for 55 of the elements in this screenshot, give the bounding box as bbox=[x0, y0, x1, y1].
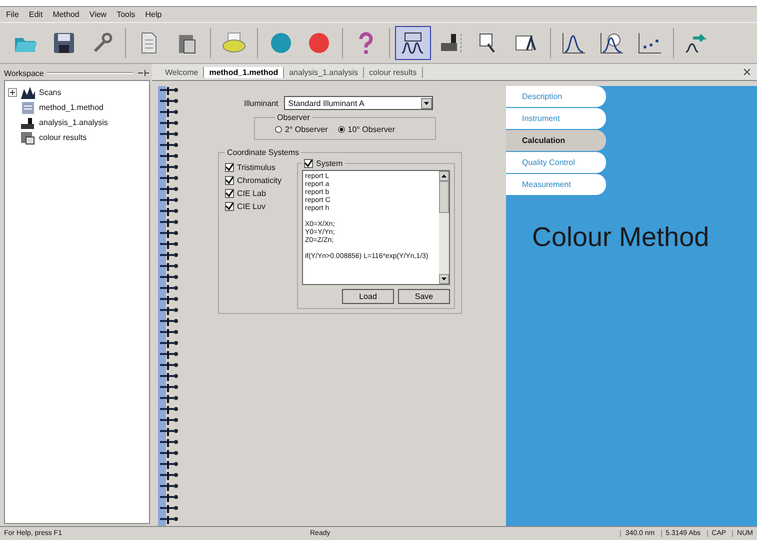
tree-item[interactable]: Scans bbox=[8, 85, 146, 100]
spectrum-button[interactable] bbox=[395, 26, 431, 60]
illuminant-dropdown[interactable]: Standard Illuminant A bbox=[284, 96, 434, 110]
save-button[interactable]: Save bbox=[398, 289, 450, 304]
pin-icon[interactable] bbox=[136, 69, 150, 77]
coordinate-checkbox[interactable]: CIE Lab bbox=[225, 189, 289, 198]
panel-heading: Colour Method bbox=[532, 222, 710, 253]
section-tab[interactable]: Description bbox=[506, 86, 606, 107]
scrollbar-thumb[interactable] bbox=[439, 181, 449, 213]
checkbox[interactable] bbox=[225, 163, 234, 172]
section-tab[interactable]: Quality Control bbox=[506, 152, 606, 173]
scroll-down-icon[interactable] bbox=[439, 274, 449, 284]
tree-item[interactable]: colour results bbox=[8, 130, 146, 145]
section-tab[interactable]: Instrument bbox=[506, 108, 606, 129]
method-icon bbox=[20, 100, 36, 114]
close-icon[interactable] bbox=[743, 68, 751, 76]
coordinate-checkbox[interactable]: Chromaticity bbox=[225, 176, 289, 185]
illuminant-label: Illuminant bbox=[244, 98, 278, 108]
menu-item[interactable]: File bbox=[6, 10, 19, 19]
results-icon bbox=[20, 130, 36, 144]
scatter-chart-icon bbox=[636, 30, 664, 56]
checkbox[interactable] bbox=[225, 202, 234, 211]
section-tab[interactable]: Calculation bbox=[506, 130, 606, 151]
expand-icon[interactable] bbox=[8, 88, 17, 97]
radio-button[interactable] bbox=[275, 126, 282, 133]
group-title: Observer bbox=[276, 113, 311, 122]
peak-chart-icon bbox=[560, 30, 588, 56]
menu-item[interactable]: Edit bbox=[28, 10, 43, 19]
observer-option[interactable]: 10° Observer bbox=[338, 125, 395, 134]
document-tab[interactable]: analysis_1.analysis bbox=[284, 66, 364, 78]
system-checkbox[interactable]: System bbox=[302, 159, 345, 168]
checkbox[interactable] bbox=[304, 159, 313, 168]
scans-icon bbox=[20, 86, 36, 100]
checkbox[interactable] bbox=[225, 176, 234, 185]
scroll-up-icon[interactable] bbox=[439, 171, 449, 181]
scrollbar[interactable] bbox=[439, 171, 449, 284]
clock-chart-icon bbox=[598, 30, 626, 56]
radio-button[interactable] bbox=[338, 126, 345, 133]
group-title: Coordinate Systems bbox=[226, 148, 300, 157]
panel-title: Workspace bbox=[4, 68, 44, 78]
coordinate-checkbox[interactable]: Tristimulus bbox=[225, 163, 289, 172]
tree-item[interactable]: method_1.method bbox=[8, 100, 146, 115]
menu-item[interactable]: Tools bbox=[116, 10, 136, 19]
document-tab[interactable]: colour results bbox=[364, 66, 423, 78]
menu-item[interactable]: Method bbox=[52, 10, 80, 19]
analysis-icon bbox=[20, 116, 36, 130]
section-tab[interactable]: Measurement bbox=[506, 174, 606, 195]
menu-item[interactable]: Help bbox=[145, 10, 162, 19]
document-tab[interactable]: method_1.method bbox=[204, 66, 284, 78]
menu-item[interactable]: View bbox=[89, 10, 107, 19]
coordinate-checkbox[interactable]: CIE Luv bbox=[225, 202, 289, 211]
observer-option[interactable]: 2° Observer bbox=[275, 125, 328, 134]
checkbox[interactable] bbox=[225, 189, 234, 198]
tree-item[interactable]: analysis_1.analysis bbox=[8, 115, 146, 130]
load-button[interactable]: Load bbox=[342, 289, 394, 304]
